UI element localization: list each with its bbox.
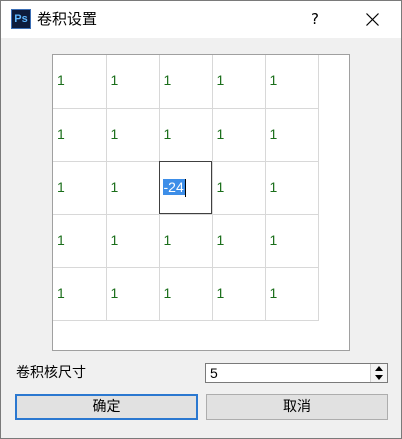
kernel-cell-value: 1 [110,125,119,142]
kernel-cell[interactable]: 1 [158,55,213,109]
kernel-row: 1 1 1 1 1 [53,55,319,109]
kernel-cell[interactable]: 1 [211,55,266,109]
kernel-grid-panel: 1 1 1 1 1 1 1 1 1 1 1 1 -24 1 1 1 1 1 1 1 1 1 1 1 1 [52,54,350,351]
kernel-cell[interactable]: 1 [211,160,266,215]
kernel-cell[interactable]: 1 [158,213,213,268]
help-button[interactable]: ? [297,1,333,38]
kernel-cell[interactable]: 1 [53,55,107,109]
ok-button[interactable]: 确定 [15,394,198,420]
kernel-row: 1 1 1 1 1 [53,107,319,162]
kernel-cell[interactable]: 1 [264,55,319,109]
kernel-cell-value: 1 [216,231,225,248]
close-button[interactable] [353,1,393,38]
kernel-cell-value: 1 [110,178,119,195]
kernel-cell[interactable]: 1 [264,266,319,321]
kernel-cell[interactable]: 1 [158,107,213,162]
kernel-cell[interactable]: 1 [105,266,160,321]
kernel-cell-value: 1 [110,72,119,88]
kernel-size-spinbox[interactable]: 5 [205,363,388,383]
kernel-cell[interactable]: 1 [211,266,266,321]
kernel-cell[interactable]: 1 [53,266,107,321]
kernel-cell-editing[interactable]: -24 [158,160,213,215]
kernel-cell-value: 1 [216,72,225,88]
kernel-cell-value: 1 [269,178,278,195]
kernel-cell-value: 1 [57,284,65,301]
kernel-size-label: 卷积核尺寸 [16,365,86,381]
kernel-cell-value: 1 [269,72,278,88]
kernel-cell[interactable]: 1 [105,55,160,109]
kernel-cell-value: 1 [216,178,225,195]
kernel-cell[interactable]: 1 [53,160,107,215]
kernel-cell[interactable]: 1 [211,213,266,268]
kernel-cell-value: 1 [269,125,278,142]
kernel-cell-value: 1 [216,125,225,142]
kernel-cell[interactable]: 1 [264,107,319,162]
photoshop-app-icon: Ps [11,9,31,29]
kernel-cell-value: 1 [163,231,172,248]
window-title: 卷积设置 [37,10,98,28]
convolution-settings-dialog: Ps 卷积设置 ? 1 1 1 1 1 1 1 1 1 1 1 1 -24 1 1 1 1 1 1 1 1 1 1 1 1 卷积… [0,0,402,439]
kernel-cell[interactable]: 1 [264,160,319,215]
kernel-cell[interactable]: 1 [211,107,266,162]
spin-up-button[interactable] [371,364,387,373]
kernel-cell[interactable]: 1 [105,107,160,162]
kernel-cell-value: 1 [269,231,278,248]
kernel-cell-value: 1 [57,231,65,248]
kernel-cell-value: -24 [162,178,185,195]
kernel-cell-value: 1 [163,284,172,301]
triangle-up-icon [375,366,383,371]
close-icon [366,13,379,26]
kernel-cell-value: 1 [110,284,119,301]
kernel-cell[interactable]: 1 [53,107,107,162]
kernel-row: 1 1 -24 1 1 [53,160,319,215]
kernel-cell-value: 1 [57,178,65,195]
kernel-cell-value: 1 [110,231,119,248]
spin-down-button[interactable] [371,373,387,382]
kernel-cell[interactable]: 1 [105,160,160,215]
kernel-cell-value: 1 [269,284,278,301]
title-bar: Ps 卷积设置 ? [1,1,401,38]
kernel-cell-value: 1 [216,284,225,301]
kernel-cell[interactable]: 1 [105,213,160,268]
kernel-cell[interactable]: 1 [53,213,107,268]
kernel-cell[interactable]: 1 [264,213,319,268]
triangle-down-icon [375,375,383,380]
spin-buttons [370,364,387,382]
kernel-row: 1 1 1 1 1 [53,266,319,321]
kernel-size-value[interactable]: 5 [210,365,218,382]
kernel-cell[interactable]: 1 [158,266,213,321]
kernel-cell-value: 1 [163,125,172,142]
kernel-cell-value: 1 [57,72,65,88]
kernel-cell-value: 1 [57,125,65,142]
kernel-cell-value: 1 [163,72,172,88]
kernel-row: 1 1 1 1 1 [53,213,319,268]
cancel-button[interactable]: 取消 [206,394,388,420]
kernel-grid: 1 1 1 1 1 1 1 1 1 1 1 1 -24 1 1 1 1 1 1 1 1 1 1 1 1 [53,55,319,321]
text-caret [184,178,186,197]
